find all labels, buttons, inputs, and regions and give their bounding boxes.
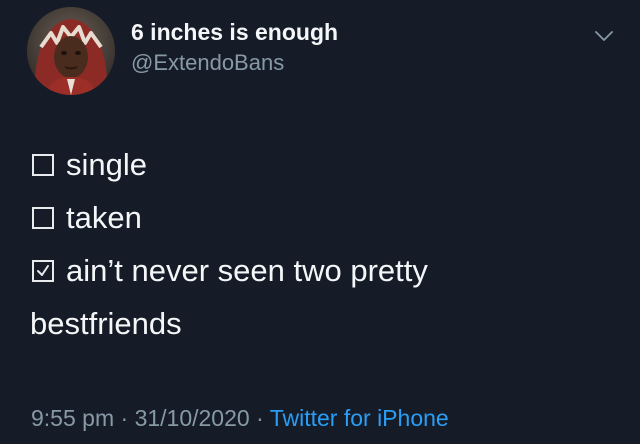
checked-checkbox-icon [32,259,54,282]
tweet-metadata: 9:55 pm · 31/10/2020 · Twitter for iPhon… [31,404,449,432]
chevron-down-icon[interactable] [592,26,616,46]
empty-checkbox-icon [32,153,54,176]
author-info: 6 inches is enough @ExtendoBans [131,18,338,77]
source-link[interactable]: Twitter for iPhone [270,405,449,431]
checklist-item-single: single [30,138,590,191]
separator: · [114,405,135,431]
tweet-card: 6 inches is enough @ExtendoBans single t… [0,0,640,444]
display-name[interactable]: 6 inches is enough [131,18,338,46]
empty-checkbox-icon [32,206,54,229]
text-continuation: bestfriends [30,306,182,341]
avatar[interactable] [27,7,115,95]
username-handle[interactable]: @ExtendoBans [131,49,338,77]
separator: · [249,405,270,431]
checklist-item-label: single [66,147,147,182]
checklist-item-label: ain’t never seen two pretty [66,253,428,288]
avatar-image [27,7,115,95]
tweet-time[interactable]: 9:55 pm [31,405,114,431]
checklist-item-label: taken [66,200,142,235]
checklist-item-checked: ain’t never seen two pretty [30,244,590,297]
checklist-item-taken: taken [30,191,590,244]
tweet-date[interactable]: 31/10/2020 [135,405,250,431]
tweet-text: single taken ain’t never seen two pretty… [30,138,590,350]
